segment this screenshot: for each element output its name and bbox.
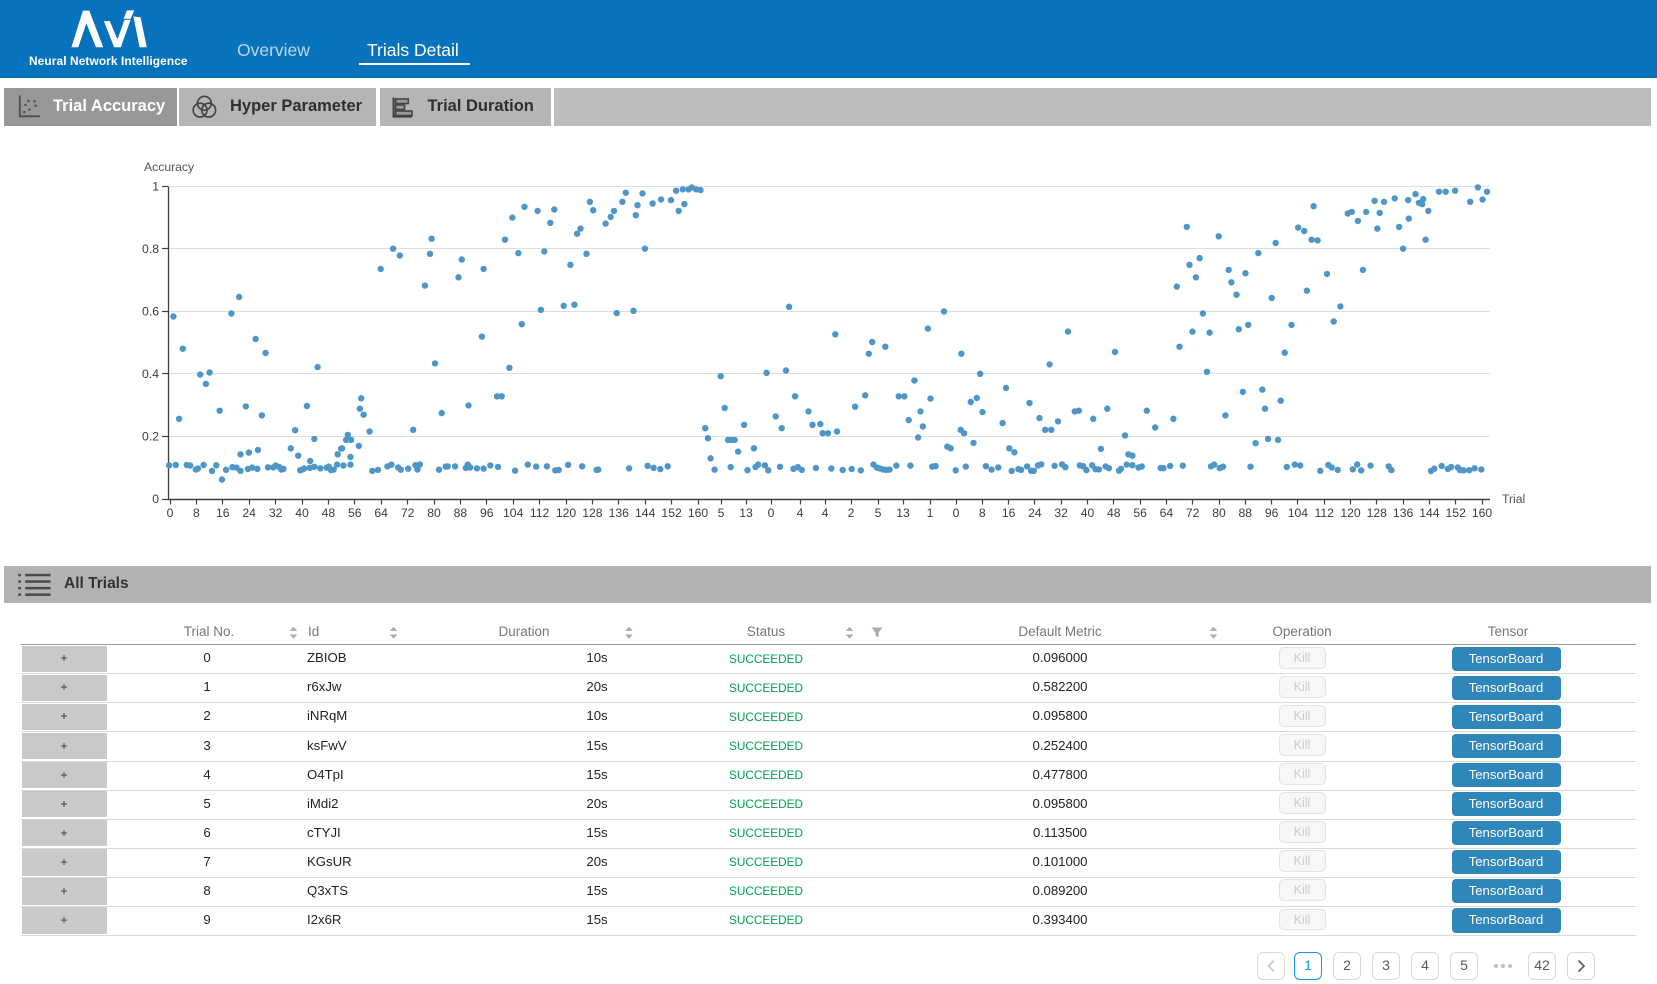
- svg-text:0.6: 0.6: [142, 305, 159, 319]
- svg-text:24: 24: [242, 506, 256, 520]
- svg-text:88: 88: [454, 506, 468, 520]
- svg-text:120: 120: [1340, 506, 1361, 520]
- svg-text:160: 160: [688, 506, 709, 520]
- svg-text:0: 0: [953, 506, 960, 520]
- svg-text:136: 136: [1393, 506, 1414, 520]
- svg-text:1: 1: [152, 179, 159, 193]
- svg-text:40: 40: [1081, 506, 1095, 520]
- svg-text:0: 0: [167, 506, 174, 520]
- svg-text:Accuracy: Accuracy: [144, 160, 195, 174]
- svg-text:128: 128: [1367, 506, 1388, 520]
- svg-text:112: 112: [530, 506, 550, 520]
- svg-text:144: 144: [635, 506, 656, 520]
- svg-text:152: 152: [1446, 506, 1467, 520]
- svg-text:13: 13: [739, 506, 753, 520]
- svg-text:64: 64: [1160, 506, 1174, 520]
- svg-text:160: 160: [1472, 506, 1493, 520]
- svg-text:56: 56: [348, 506, 362, 520]
- svg-text:24: 24: [1028, 506, 1042, 520]
- svg-text:72: 72: [401, 506, 415, 520]
- svg-text:96: 96: [480, 506, 494, 520]
- svg-text:144: 144: [1419, 506, 1440, 520]
- svg-text:120: 120: [556, 506, 577, 520]
- svg-text:13: 13: [896, 506, 910, 520]
- svg-text:88: 88: [1239, 506, 1253, 520]
- svg-text:4: 4: [822, 506, 829, 520]
- svg-text:8: 8: [979, 506, 986, 520]
- svg-text:152: 152: [661, 506, 682, 520]
- svg-text:0.2: 0.2: [142, 430, 159, 444]
- svg-text:128: 128: [582, 506, 603, 520]
- svg-text:2: 2: [848, 506, 855, 520]
- svg-text:136: 136: [609, 506, 630, 520]
- svg-text:0.8: 0.8: [142, 242, 159, 256]
- svg-text:112: 112: [1314, 506, 1334, 520]
- svg-text:56: 56: [1133, 506, 1147, 520]
- svg-text:5: 5: [875, 506, 882, 520]
- svg-text:0: 0: [768, 506, 775, 520]
- svg-text:1: 1: [927, 506, 934, 520]
- svg-text:4: 4: [797, 506, 804, 520]
- svg-text:32: 32: [269, 506, 283, 520]
- svg-text:40: 40: [295, 506, 309, 520]
- svg-text:80: 80: [427, 506, 441, 520]
- svg-text:80: 80: [1212, 506, 1226, 520]
- svg-text:64: 64: [374, 506, 388, 520]
- svg-text:96: 96: [1265, 506, 1279, 520]
- svg-text:0.4: 0.4: [142, 367, 159, 381]
- svg-text:5: 5: [718, 506, 725, 520]
- svg-text:Trial: Trial: [1502, 492, 1525, 506]
- svg-text:16: 16: [1002, 506, 1016, 520]
- svg-text:16: 16: [216, 506, 230, 520]
- svg-text:48: 48: [1107, 506, 1121, 520]
- svg-text:0: 0: [152, 492, 159, 506]
- svg-text:32: 32: [1054, 506, 1068, 520]
- svg-text:48: 48: [322, 506, 336, 520]
- svg-text:72: 72: [1186, 506, 1200, 520]
- svg-text:104: 104: [1288, 506, 1309, 520]
- svg-text:8: 8: [193, 506, 200, 520]
- svg-text:104: 104: [503, 506, 524, 520]
